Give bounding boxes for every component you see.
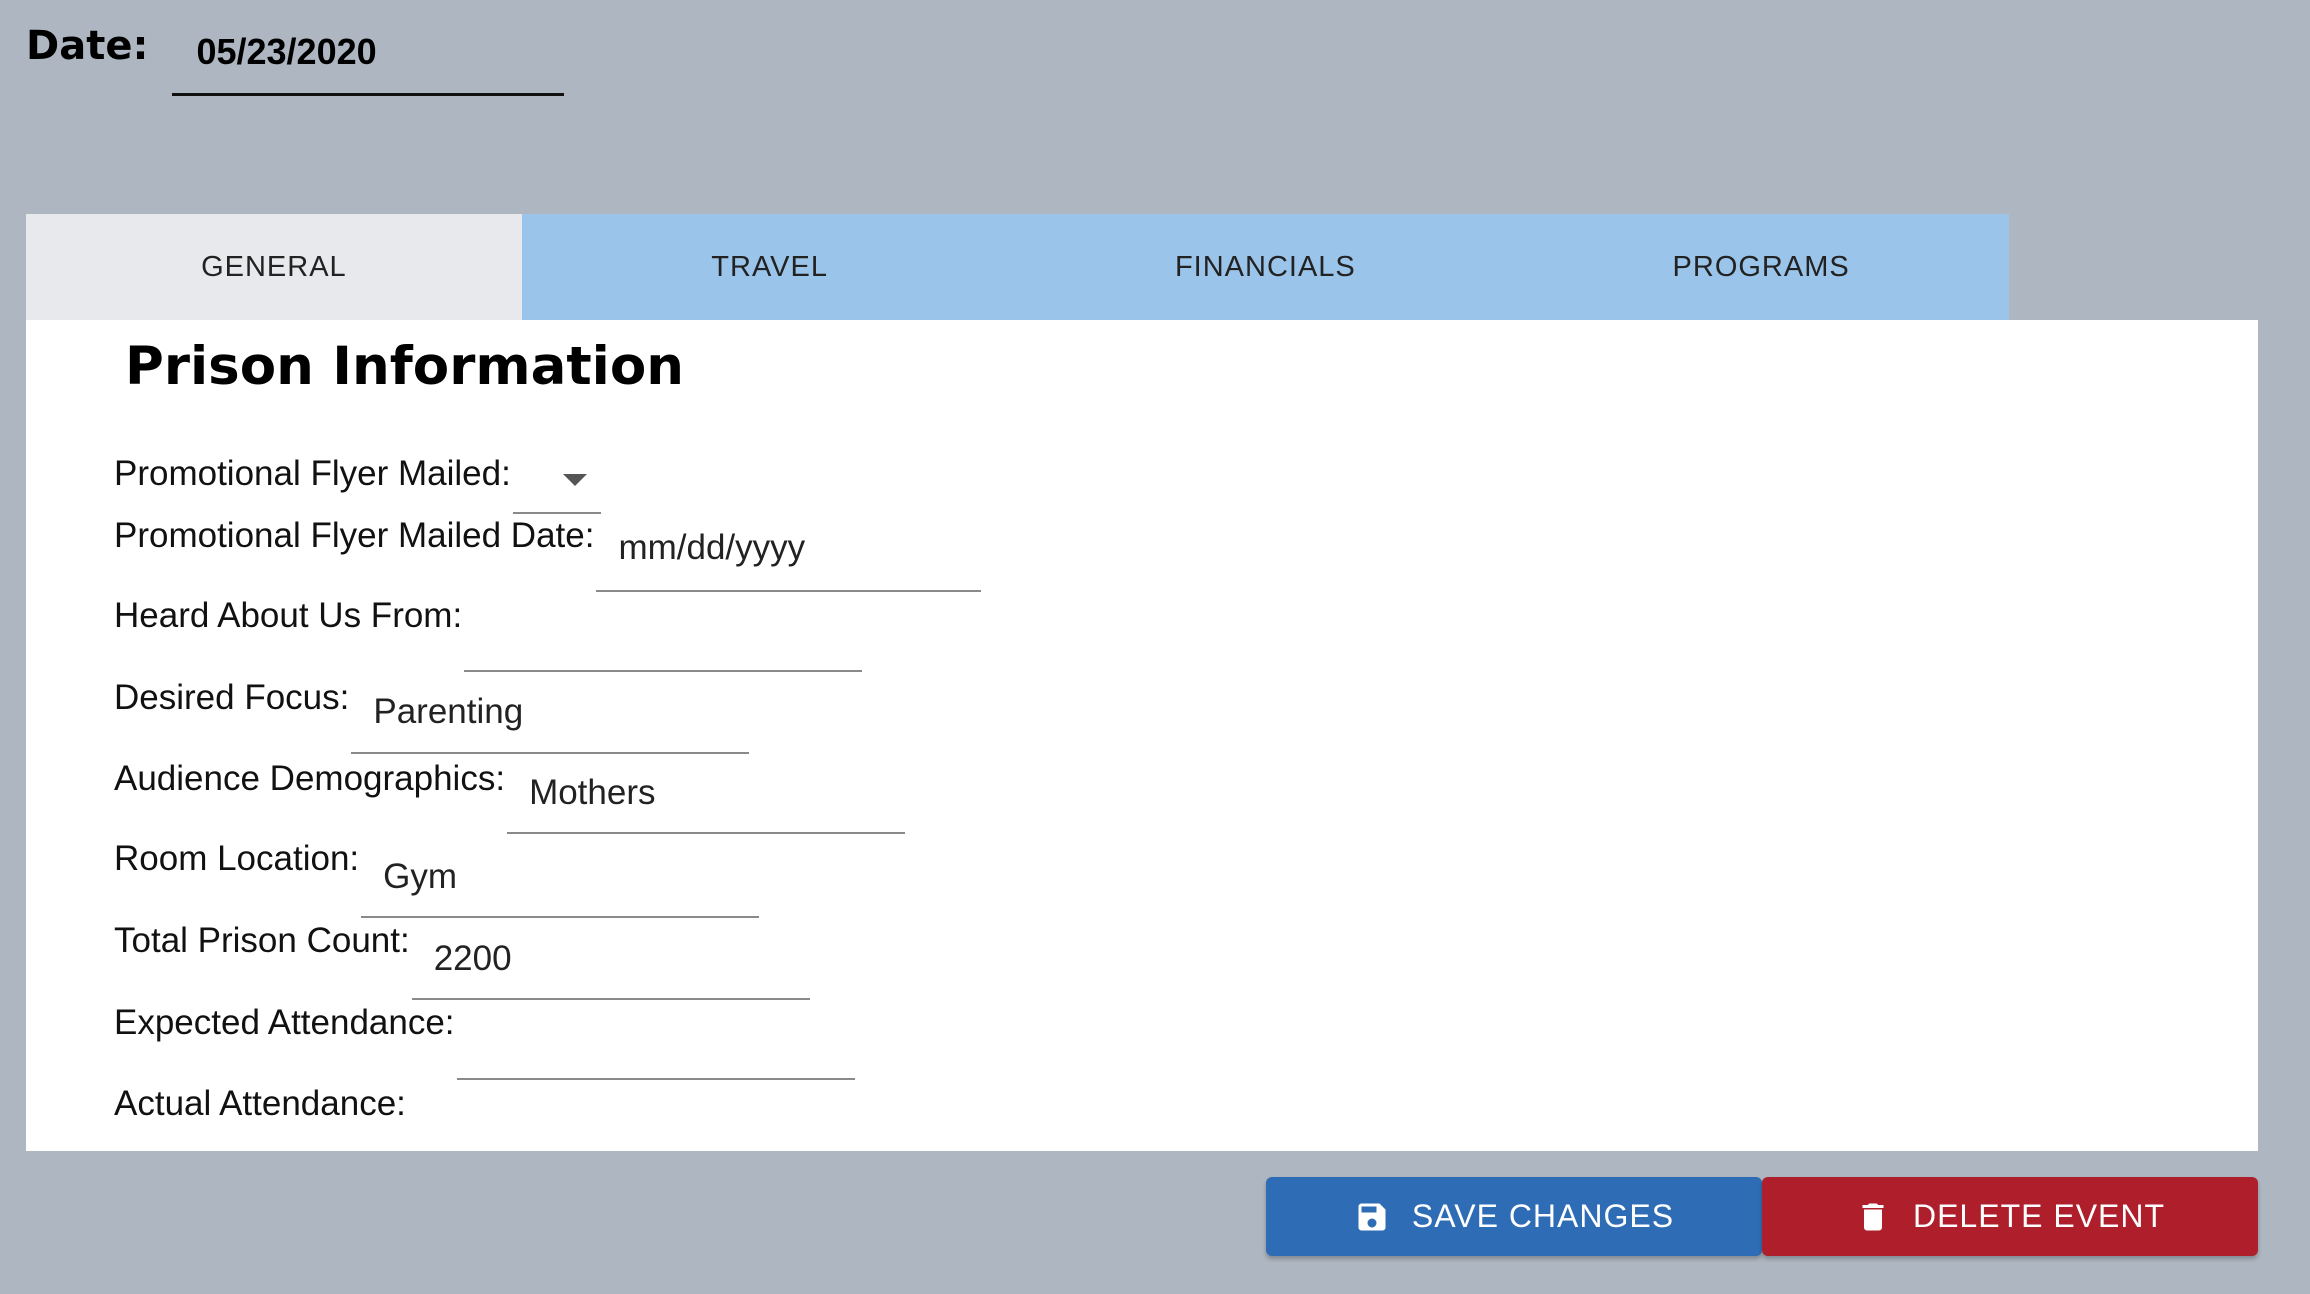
audience-demographics-label: Audience Demographics: [114, 759, 506, 798]
audience-demographics-input[interactable]: Mothers [507, 757, 906, 834]
general-panel: Prison Information Promotional Flyer Mai… [26, 320, 2258, 1151]
tab-programs[interactable]: PROGRAMS [1513, 214, 2009, 320]
tab-general[interactable]: GENERAL [26, 214, 522, 320]
delete-event-button[interactable]: DELETE EVENT [1762, 1177, 2258, 1256]
actual-attendance-label: Actual Attendance: [114, 1084, 406, 1123]
promo-flyer-date-input[interactable]: mm/dd/yyyy [596, 514, 982, 592]
desired-focus-input[interactable]: Parenting [351, 676, 750, 754]
room-location-input[interactable]: Gym [361, 837, 760, 918]
trash-icon [1862, 1203, 1884, 1230]
date-label: Date: [26, 23, 149, 69]
row-room-location: Room Location: Gym [114, 837, 760, 918]
room-location-label: Room Location: [114, 839, 360, 878]
floppy-disk-icon [1358, 1203, 1386, 1230]
header-date: Date: 05/23/2020 [26, 18, 565, 96]
section-title: Prison Information [125, 336, 684, 397]
row-desired-focus: Desired Focus: Parenting [114, 676, 750, 754]
expected-attendance-input[interactable] [456, 1001, 855, 1080]
chevron-down-icon [562, 474, 587, 486]
promo-flyer-mailed-select[interactable] [512, 452, 601, 514]
promo-flyer-date-label: Promotional Flyer Mailed Date: [114, 516, 595, 555]
save-changes-button[interactable]: SAVE CHANGES [1266, 1177, 1762, 1256]
tab-travel[interactable]: TRAVEL [522, 214, 1018, 320]
row-audience-demographics: Audience Demographics: Mothers [114, 757, 906, 834]
delete-event-label: DELETE EVENT [1912, 1198, 2166, 1234]
tab-bar: GENERAL TRAVEL FINANCIALS PROGRAMS [26, 214, 2009, 320]
promo-flyer-mailed-label: Promotional Flyer Mailed: [114, 454, 511, 493]
date-field[interactable]: 05/23/2020 [172, 18, 565, 96]
tab-financials[interactable]: FINANCIALS [1018, 214, 1514, 320]
row-actual-attendance: Actual Attendance: [114, 1082, 406, 1126]
save-changes-label: SAVE CHANGES [1411, 1198, 1675, 1234]
heard-about-us-label: Heard About Us From: [114, 596, 463, 635]
heard-about-us-input[interactable] [464, 594, 863, 672]
total-prison-count-label: Total Prison Count: [114, 921, 410, 960]
desired-focus-label: Desired Focus: [114, 678, 350, 717]
row-total-prison-count: Total Prison Count: 2200 [114, 919, 810, 1000]
row-promo-flyer-date: Promotional Flyer Mailed Date: mm/dd/yyy… [114, 514, 982, 592]
row-expected-attendance: Expected Attendance: [114, 1001, 855, 1080]
row-promo-flyer-mailed: Promotional Flyer Mailed: [114, 452, 601, 514]
expected-attendance-label: Expected Attendance: [114, 1003, 455, 1042]
total-prison-count-input[interactable]: 2200 [411, 919, 810, 1000]
row-heard-about-us: Heard About Us From: [114, 594, 863, 672]
